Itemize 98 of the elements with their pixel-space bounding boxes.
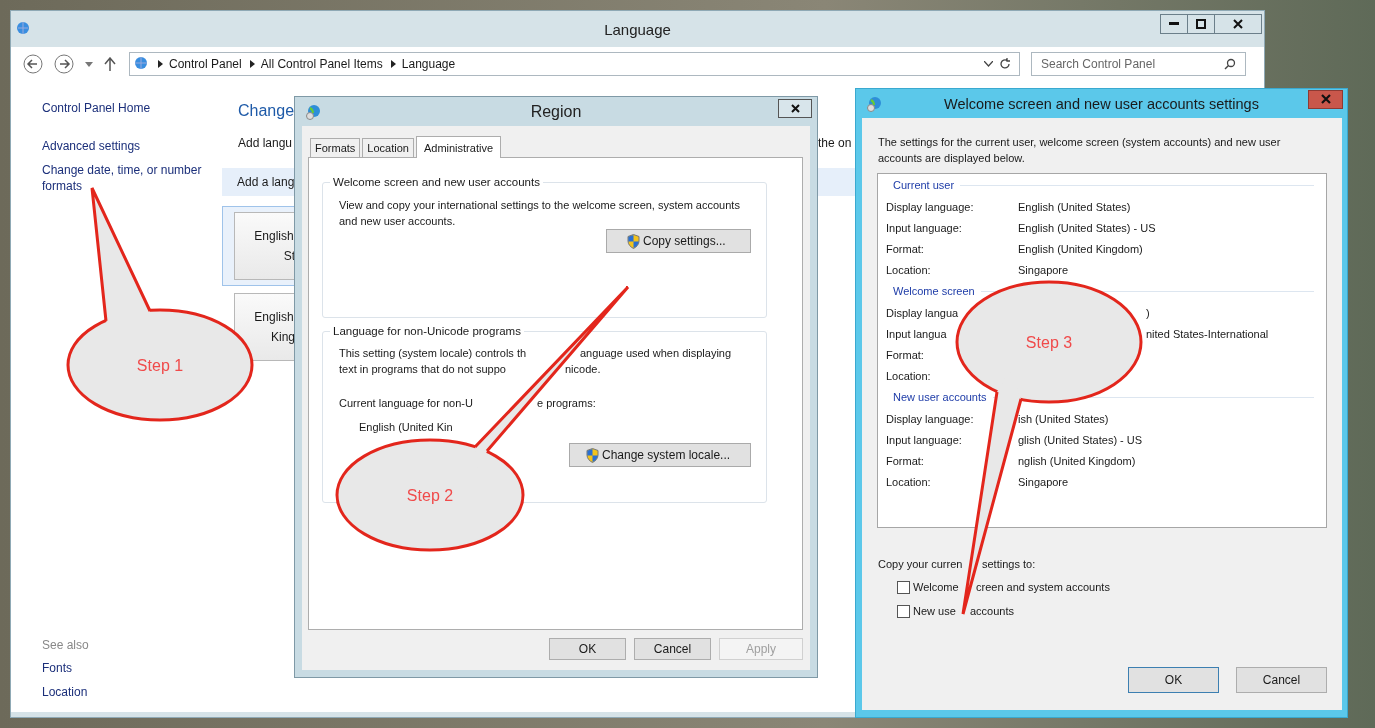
dropdown-caret-icon[interactable]: [85, 61, 93, 67]
setting-value: nglish (United Kingdom): [1018, 454, 1136, 467]
setting-value: ish (United States): [1018, 412, 1109, 425]
breadcrumb-item[interactable]: Language: [401, 57, 456, 71]
intro-text: the on: [818, 136, 852, 150]
minimize-icon: [1169, 22, 1179, 26]
caret-icon: [390, 60, 396, 68]
breadcrumb-item[interactable]: All Control Panel Items: [260, 57, 383, 71]
up-arrow-icon[interactable]: [104, 57, 116, 71]
dialog-title: Region: [530, 102, 582, 121]
checkbox-label: creen and system accounts: [976, 581, 1110, 593]
section-heading: Current user: [893, 179, 955, 191]
forward-button[interactable]: [54, 54, 74, 74]
close-button[interactable]: [778, 99, 812, 118]
setting-value: English (United Kingdom): [1018, 242, 1143, 255]
dialog-button[interactable]: OK: [549, 638, 626, 660]
section-heading: New user accounts: [893, 391, 987, 403]
description-text: The settings for the current user, welcome screen (system accounts) and new user accounts are displayed below.: [878, 135, 1282, 166]
checkbox[interactable]: [897, 580, 910, 594]
close-icon: [1320, 94, 1331, 104]
change-locale-button[interactable]: Change system locale...: [569, 443, 751, 467]
setting-label: Input language:: [886, 433, 962, 446]
step-label: Step 1: [136, 357, 184, 374]
close-button[interactable]: [1308, 89, 1343, 109]
step-label: Step 2: [406, 487, 454, 504]
step-label: Step 3: [1025, 334, 1073, 351]
setting-label: Input langua: [886, 327, 947, 340]
caret-icon: [249, 60, 255, 68]
dialog-title: Welcome screen and new user accounts settings: [944, 95, 1259, 112]
text-fragment: Current language for non-U: [339, 397, 473, 409]
group-legend: Welcome screen and new user accounts: [330, 176, 543, 188]
minimize-button[interactable]: [1160, 14, 1188, 34]
setting-label: Location:: [886, 475, 931, 488]
refresh-icon[interactable]: [999, 58, 1011, 70]
sidebar-link[interactable]: Change date, time, or number formats: [42, 162, 214, 194]
sidebar-link[interactable]: Advanced settings: [42, 138, 141, 154]
setting-label: Display langua: [886, 306, 959, 319]
setting-label: Location:: [886, 263, 931, 276]
setting-label: Format:: [886, 348, 924, 361]
text-fragment: text in programs that do not suppo: [339, 363, 506, 375]
address-bar[interactable]: Control Panel All Control Panel Items Language: [129, 52, 1020, 76]
text-fragment: Copy your curren: [878, 558, 963, 570]
setting-label: Location:: [886, 369, 931, 382]
setting-label: Format:: [886, 454, 924, 467]
caret-icon: [158, 60, 163, 68]
setting-value: Singapore: [1018, 475, 1069, 488]
maximize-icon: [1196, 19, 1206, 29]
setting-value: English (United States): [1018, 200, 1131, 213]
dropdown-caret-icon[interactable]: [984, 61, 993, 67]
setting-label: Format:: [886, 242, 924, 255]
sidebar-link[interactable]: Fonts: [42, 660, 72, 676]
text-fragment: English (United Kin: [359, 421, 453, 433]
close-button[interactable]: [1214, 14, 1262, 34]
setting-label: Display language:: [886, 412, 974, 425]
close-icon: [1233, 19, 1243, 29]
see-also-heading: See also: [42, 638, 90, 652]
search-icon: [1224, 58, 1236, 70]
setting-value: nited States-International: [1146, 327, 1269, 340]
tab[interactable]: Location: [362, 138, 414, 157]
section-heading: Welcome screen: [893, 285, 975, 297]
maximize-button[interactable]: [1187, 14, 1215, 34]
window-title: Language: [604, 20, 671, 38]
dialog-button[interactable]: Cancel: [634, 638, 711, 660]
back-button[interactable]: [23, 54, 43, 74]
setting-value: glish (United States) - US: [1018, 433, 1143, 446]
page-heading: Change: [238, 102, 295, 120]
text-fragment: nicode.: [565, 362, 601, 377]
group-legend: Language for non-Unicode programs: [330, 325, 524, 337]
text-fragment: settings to:: [982, 557, 1036, 572]
checkbox-label: Welcome: [913, 581, 959, 593]
setting-label: Display language:: [886, 200, 974, 213]
setting-value: Singapore: [1018, 263, 1069, 276]
shield-icon: [627, 233, 640, 249]
checkbox-label: New use: [913, 605, 956, 617]
language-globe-icon: [134, 56, 150, 72]
globe-clock-icon: [305, 103, 321, 120]
sidebar-link[interactable]: Control Panel Home: [42, 100, 151, 116]
dialog-button[interactable]: OK: [1128, 667, 1219, 693]
checkbox-label: accounts: [970, 605, 1015, 617]
globe-clock-icon: [866, 95, 882, 112]
sidebar-link[interactable]: Location: [42, 684, 88, 700]
search-field[interactable]: Search Control Panel: [1031, 52, 1246, 76]
checkbox[interactable]: [897, 604, 910, 618]
setting-label: Input language:: [886, 221, 962, 234]
shield-icon: [586, 447, 599, 463]
description-text: View and copy your international settings to the welcome screen, system accounts and new user accounts.: [339, 198, 741, 229]
dialog-button[interactable]: Cancel: [1236, 667, 1327, 693]
intro-text: Add langu: [238, 136, 293, 150]
text-fragment: e programs:: [537, 396, 596, 411]
text-fragment: anguage used when displaying: [580, 346, 732, 361]
copy-settings-button[interactable]: Copy settings...: [606, 229, 751, 253]
text-fragment: This setting (system locale) controls th: [339, 347, 527, 359]
tab[interactable]: Formats: [310, 138, 361, 157]
breadcrumb-item[interactable]: Control Panel: [169, 57, 242, 71]
setting-value: ): [1146, 306, 1150, 319]
close-icon: [790, 104, 800, 113]
setting-value: English (United States) - US: [1018, 221, 1156, 234]
tab[interactable]: Administrative: [415, 136, 501, 158]
